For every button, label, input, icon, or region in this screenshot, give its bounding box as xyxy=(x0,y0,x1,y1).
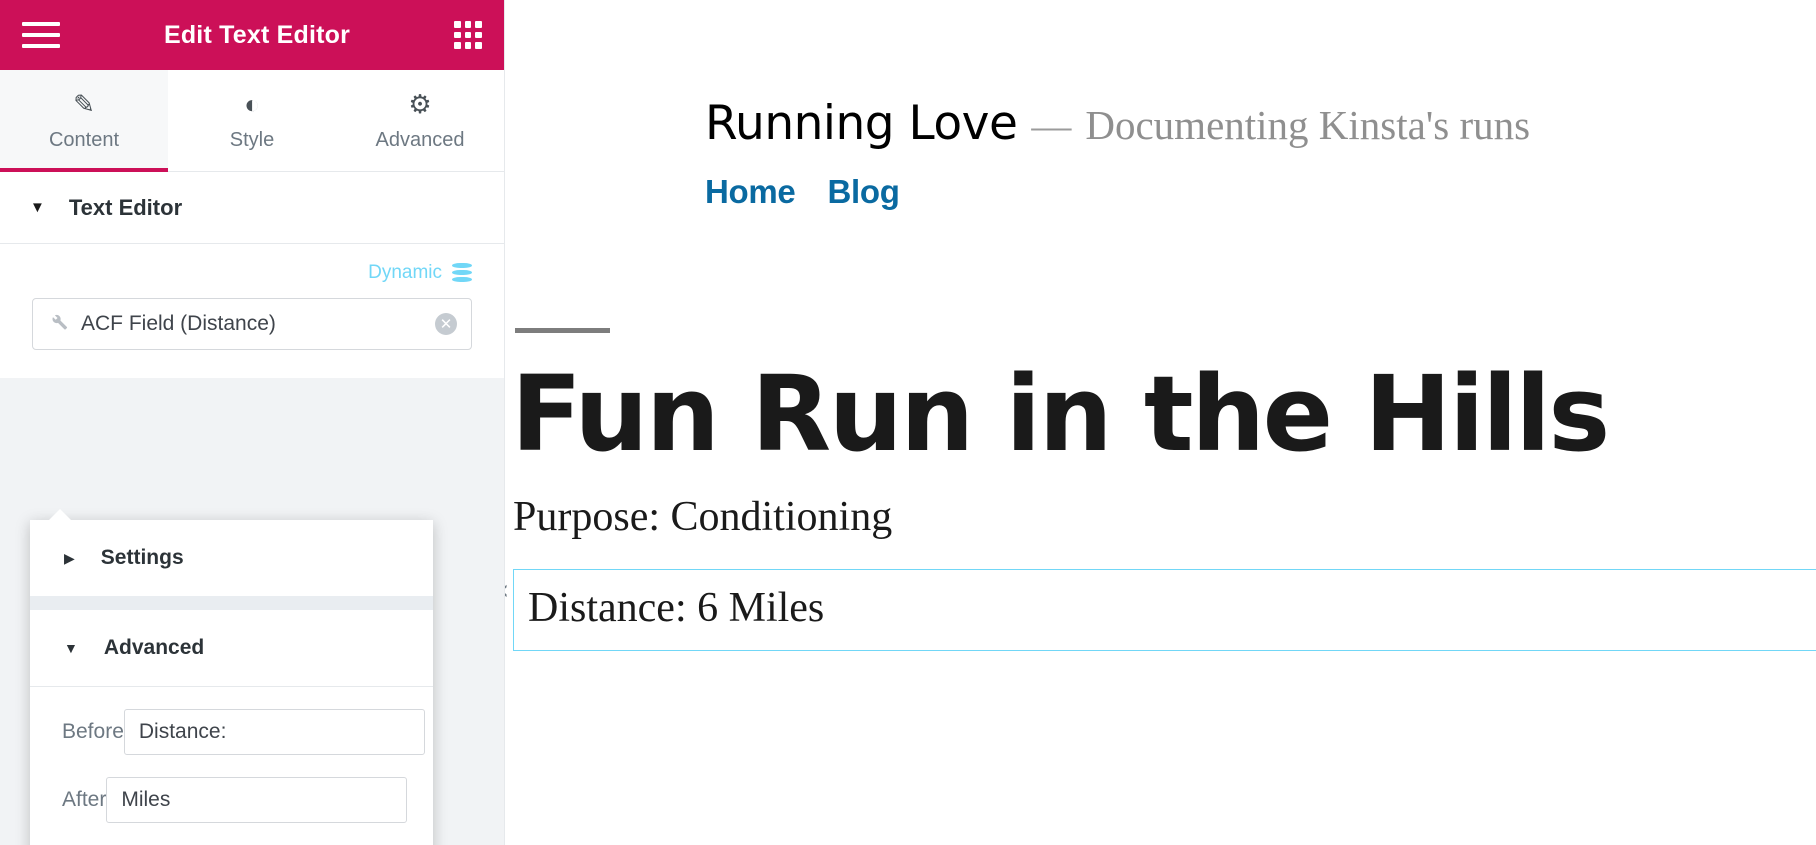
popover-section-settings[interactable]: Settings xyxy=(30,520,433,596)
after-input[interactable] xyxy=(106,777,408,823)
half-circle-contrast-icon: ◐ xyxy=(244,89,260,119)
tab-style[interactable]: ◐ Style xyxy=(168,70,336,171)
screen-root: Running Love — Documenting Kinsta's runs… xyxy=(0,0,1816,845)
dynamic-tag-field[interactable]: ACF Field (Distance) ✕ xyxy=(32,298,472,350)
page-preview-canvas[interactable]: Running Love — Documenting Kinsta's runs… xyxy=(505,0,1816,845)
panel-tabs: ✎ Content ◐ Style ⚙ Advanced xyxy=(0,70,504,172)
control-block-editor: Dynamic ACF Field (Distance) ✕ xyxy=(0,244,504,378)
field-label-after: After xyxy=(62,788,107,811)
popover-section-advanced[interactable]: Advanced xyxy=(30,610,433,686)
section-text-editor-label: Text Editor xyxy=(68,194,183,220)
site-branding: Running Love — Documenting Kinsta's runs xyxy=(705,100,1816,147)
site-title[interactable]: Running Love xyxy=(705,96,1018,151)
site-nav: Home Blog xyxy=(705,173,1816,211)
field-label-before: Before xyxy=(62,720,124,743)
site-header: Running Love — Documenting Kinsta's runs… xyxy=(505,0,1816,211)
nav-link-blog[interactable]: Blog xyxy=(828,173,900,210)
site-title-separator: — xyxy=(1031,103,1072,148)
chevron-right-icon xyxy=(64,550,75,567)
pencil-icon: ✎ xyxy=(73,89,95,119)
dynamic-tag-value: ACF Field (Distance) xyxy=(81,312,276,335)
dynamic-tags-icon xyxy=(452,263,472,283)
popover-advanced-fields: Before After Fallback xyxy=(30,687,433,845)
popover-divider xyxy=(30,596,433,610)
dynamic-toggle[interactable]: Dynamic xyxy=(32,262,472,284)
panel-header: Edit Text Editor xyxy=(0,0,504,70)
tab-content[interactable]: ✎ Content xyxy=(0,70,168,172)
section-text-editor[interactable]: ▼ Text Editor xyxy=(0,172,504,244)
post-title[interactable]: Fun Run in the Hills xyxy=(511,359,1816,469)
gear-icon: ⚙ xyxy=(408,89,432,119)
dynamic-tag-popover: Settings Advanced Before After xyxy=(30,509,433,845)
dynamic-label: Dynamic xyxy=(368,262,442,283)
tab-advanced[interactable]: ⚙ Advanced xyxy=(336,70,504,171)
distance-widget-text: Distance: 6 Miles xyxy=(528,585,825,632)
field-row-after: After xyxy=(62,777,408,823)
chevron-down-icon: ▼ xyxy=(30,199,45,216)
elementor-panel: Edit Text Editor ✎ Content ◐ Style ⚙ Adv… xyxy=(0,0,505,845)
text-editor-widget-selected[interactable]: ‹ Distance: 6 Miles xyxy=(505,569,1816,652)
panel-body: ▼ Text Editor Dynamic ACF Field (Distanc… xyxy=(0,172,504,845)
post-meta-purpose[interactable]: Purpose: Conditioning xyxy=(513,493,1816,541)
tab-advanced-label: Advanced xyxy=(375,129,465,151)
clear-tag-icon[interactable]: ✕ xyxy=(435,313,457,335)
grid-apps-icon[interactable] xyxy=(454,21,482,49)
post-divider-rule xyxy=(515,328,610,333)
tab-style-label: Style xyxy=(229,129,275,151)
widget-collapse-handle-icon[interactable]: ‹ xyxy=(505,576,509,604)
nav-link-home[interactable]: Home xyxy=(705,173,796,210)
popover-section-settings-label: Settings xyxy=(100,546,184,569)
tab-content-label: Content xyxy=(48,129,120,151)
popover-section-advanced-label: Advanced xyxy=(103,636,205,659)
site-tagline: Documenting Kinsta's runs xyxy=(1085,102,1531,148)
hamburger-menu-icon[interactable] xyxy=(22,22,60,48)
before-input[interactable] xyxy=(123,709,425,755)
wrench-icon xyxy=(47,310,69,338)
chevron-down-icon xyxy=(64,640,78,656)
field-row-before: Before xyxy=(62,709,425,755)
panel-title: Edit Text Editor xyxy=(163,20,351,49)
